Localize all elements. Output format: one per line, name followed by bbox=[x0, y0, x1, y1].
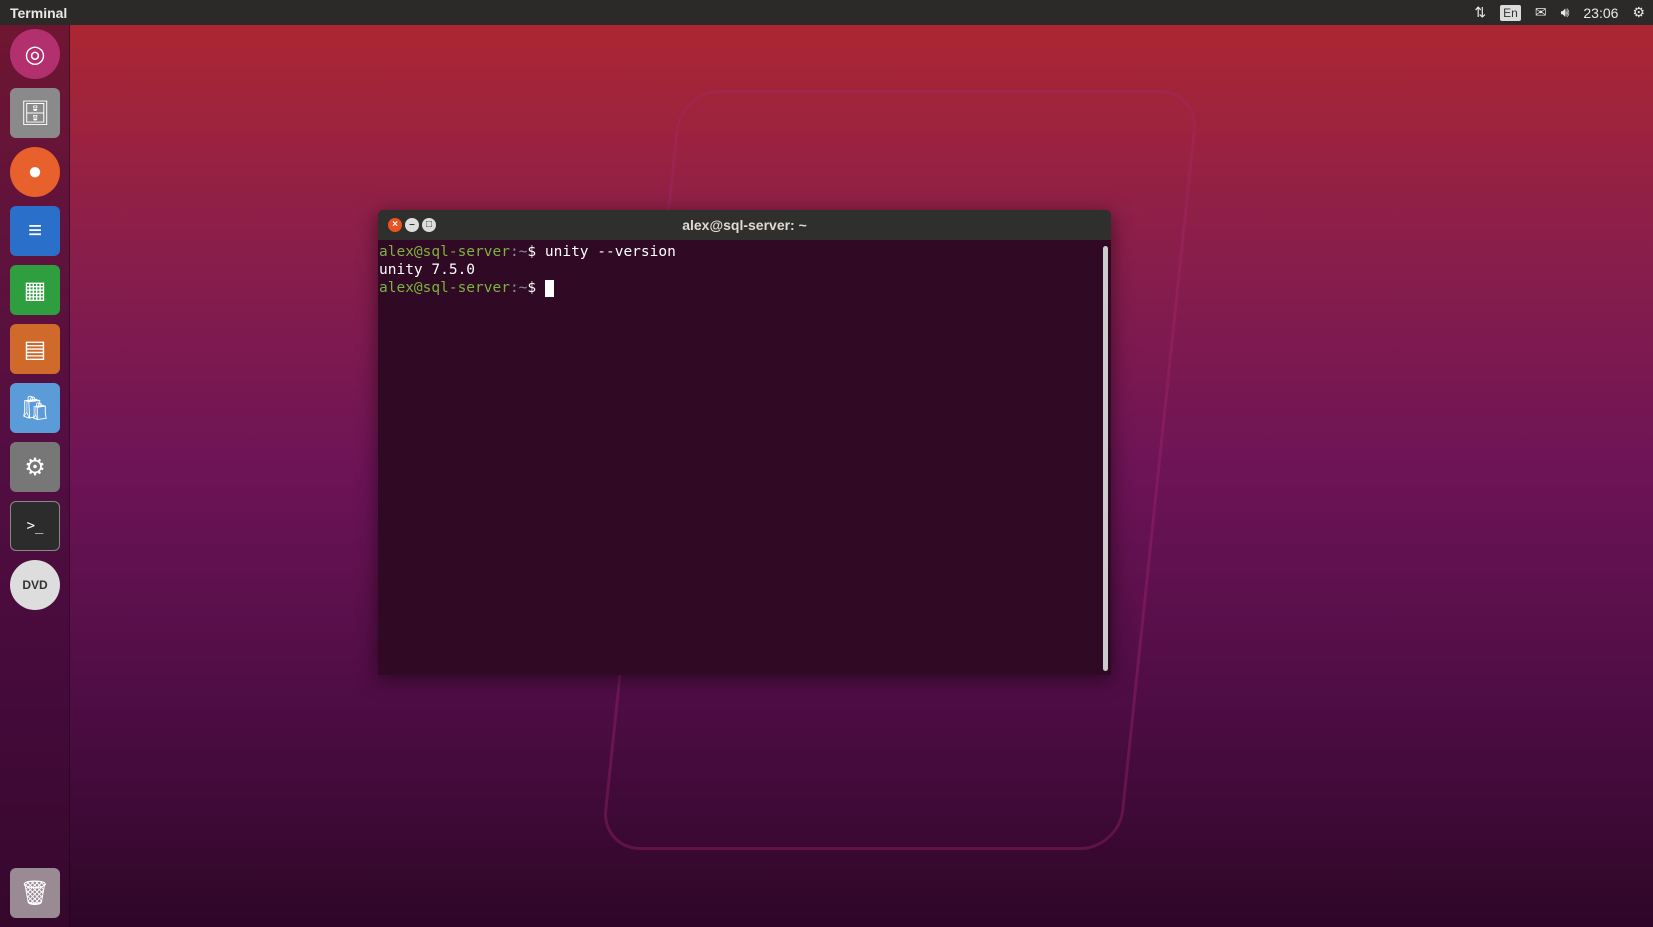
window-titlebar[interactable]: × – □ alex@sql-server: ~ bbox=[378, 210, 1111, 240]
launcher: ◎ 🗄︎ ● ≡ ▦ ▤ 🛍︎ ⚙ >_ DVD 🗑︎ bbox=[0, 25, 70, 927]
minimize-button[interactable]: – bbox=[405, 218, 419, 232]
firefox-icon[interactable]: ● bbox=[10, 147, 60, 197]
terminal-window[interactable]: × – □ alex@sql-server: ~ alex@sql-server… bbox=[378, 210, 1111, 675]
window-title: alex@sql-server: ~ bbox=[682, 217, 807, 233]
terminal-line: alex@sql-server:~$ unity --version bbox=[379, 243, 1110, 261]
text-cursor bbox=[544, 279, 554, 297]
top-panel: Terminal ⇅ En ✉ 🔊︎ 23:06 ⚙ bbox=[0, 0, 1653, 25]
network-icon[interactable]: ⇅ bbox=[1474, 4, 1486, 21]
volume-icon[interactable]: 🔊︎ bbox=[1561, 4, 1570, 21]
dvd-icon[interactable]: DVD bbox=[10, 560, 60, 610]
mail-icon[interactable]: ✉ bbox=[1535, 4, 1547, 21]
keyboard-layout-indicator[interactable]: En bbox=[1500, 4, 1521, 21]
terminal-output[interactable]: alex@sql-server:~$ unity --version unity… bbox=[378, 240, 1111, 300]
command-text bbox=[536, 280, 545, 296]
terminal-line: unity 7.5.0 bbox=[379, 261, 1110, 279]
ubuntu-dash-icon[interactable]: ◎ bbox=[10, 29, 60, 79]
libreoffice-writer-icon[interactable]: ≡ bbox=[10, 206, 60, 256]
command-text: unity --version bbox=[536, 244, 676, 260]
prompt-user: alex@sql-server bbox=[379, 280, 510, 296]
libreoffice-calc-icon[interactable]: ▦ bbox=[10, 265, 60, 315]
close-button[interactable]: × bbox=[388, 218, 402, 232]
prompt-path: :~ bbox=[509, 244, 528, 260]
terminal-line: alex@sql-server:~$ bbox=[379, 279, 1110, 297]
prompt-symbol: $ bbox=[527, 244, 537, 260]
active-app-title: Terminal bbox=[10, 4, 68, 21]
prompt-path: :~ bbox=[509, 280, 528, 296]
software-center-icon[interactable]: 🛍︎ bbox=[10, 383, 60, 433]
system-settings-icon[interactable]: ⚙ bbox=[10, 442, 60, 492]
files-icon[interactable]: 🗄︎ bbox=[10, 88, 60, 138]
command-output: unity 7.5.0 bbox=[379, 262, 476, 278]
terminal-icon[interactable]: >_ bbox=[10, 501, 60, 551]
prompt-user: alex@sql-server bbox=[379, 244, 510, 260]
scrollbar[interactable] bbox=[1103, 246, 1108, 671]
power-gear-icon[interactable]: ⚙ bbox=[1632, 4, 1645, 21]
clock[interactable]: 23:06 bbox=[1583, 5, 1618, 21]
libreoffice-impress-icon[interactable]: ▤ bbox=[10, 324, 60, 374]
maximize-button[interactable]: □ bbox=[422, 218, 436, 232]
prompt-symbol: $ bbox=[527, 280, 537, 296]
trash-icon[interactable]: 🗑︎ bbox=[10, 868, 60, 918]
